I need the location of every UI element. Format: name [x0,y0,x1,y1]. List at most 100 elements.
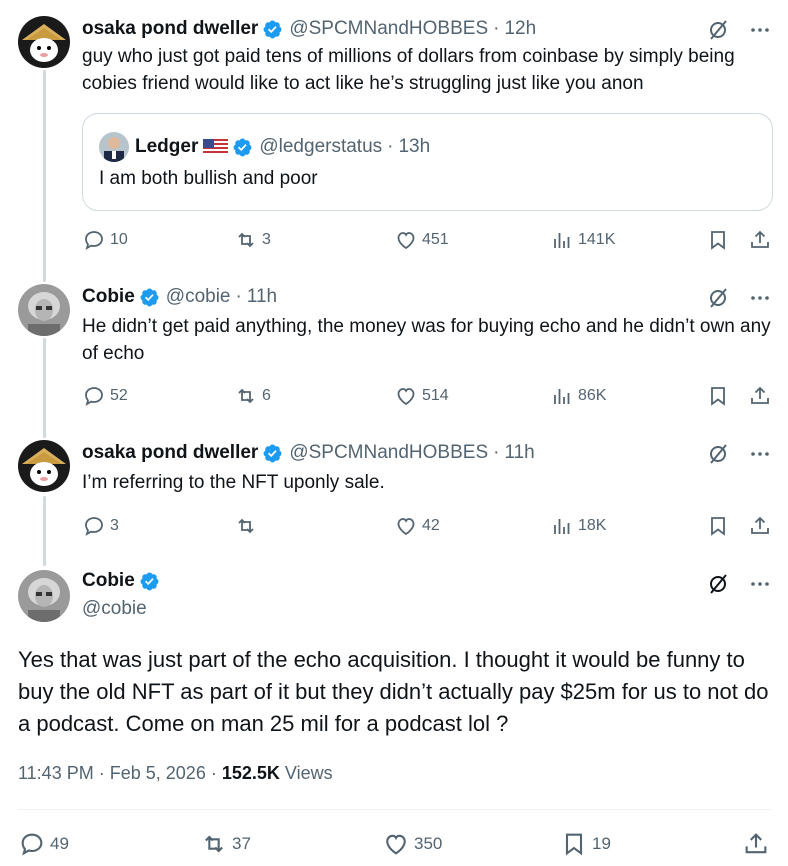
like-button[interactable]: 451 [394,225,449,255]
bookmark-button[interactable] [706,511,730,541]
bookmark-button[interactable]: 19 [560,827,611,861]
grok-icon[interactable] [706,286,730,310]
heart-icon [397,388,415,406]
like-button[interactable]: 350 [382,827,442,861]
separator-dot: · [493,18,500,39]
avatar-image [18,16,70,68]
verified-badge-icon [233,138,252,156]
views-button[interactable]: 18K [550,511,606,541]
grok-icon[interactable] [706,442,730,466]
timestamp[interactable]: 11h [504,442,534,464]
grok-icon[interactable] [706,18,730,42]
user-handle[interactable]: @cobie [82,598,147,620]
like-button[interactable]: 42 [394,511,440,541]
thread-tweet-2[interactable]: Cobie @cobie · 11h He didn’t get paid an… [0,284,788,424]
more-icon[interactable] [748,442,772,466]
repost-button[interactable] [234,511,262,541]
avatar-image [18,570,70,622]
reply-button[interactable]: 49 [18,827,69,861]
verified-badge-icon [140,288,159,306]
post-time[interactable]: 11:43 PM [18,763,94,783]
share-icon [751,516,769,534]
reply-icon [21,833,43,856]
main-tweet-text: Yes that was just part of the echo acqui… [18,647,769,736]
avatar-image [18,440,70,492]
timestamp[interactable]: 12h [504,18,536,40]
tweet-header: osaka pond dweller @SPCMNandHOBBES · 11h [82,440,535,466]
like-count: 350 [414,834,443,853]
share-button[interactable] [742,827,770,861]
quoted-display-name: Ledger [135,136,199,157]
verified-badge-icon [263,20,282,38]
view-count: 86K [578,387,607,404]
avatar[interactable] [18,284,70,336]
share-button[interactable] [748,225,772,255]
tweet-text: I’m referring to the NFT uponly sale. [82,472,385,493]
timestamp[interactable]: 11h [247,286,277,308]
display-name[interactable]: osaka pond dweller [82,18,258,40]
main-tweet-author: Cobie [82,570,160,592]
like-button[interactable]: 514 [394,381,449,411]
separator-dot: · [387,136,394,157]
display-name[interactable]: Cobie [82,286,135,308]
repost-button[interactable]: 6 [234,381,271,411]
tweet-top-actions [706,18,772,42]
views-button[interactable]: 86K [550,381,606,411]
reply-count: 3 [110,517,119,534]
tweet-top-actions [706,442,772,466]
quoted-handle: @ledgerstatus [259,136,383,157]
repost-button[interactable]: 37 [200,827,251,861]
bookmark-button[interactable] [706,225,730,255]
thread-tweet-1[interactable]: osaka pond dweller @SPCMNandHOBBES · 12h… [0,16,788,261]
separator-dot: · [493,442,500,463]
quoted-avatar [99,132,129,162]
bookmark-button[interactable] [706,381,730,411]
bookmark-count: 19 [592,834,611,853]
quoted-tweet-text: I am both bullish and poor [99,168,318,189]
tweet-actions: 52 6 514 86K [82,381,772,411]
reply-icon [85,231,103,250]
views-button[interactable]: 141K [550,225,615,255]
avatar[interactable] [18,440,70,492]
repost-icon [205,835,223,853]
repost-icon [238,518,254,534]
post-date[interactable]: Feb 5, 2026 [110,763,206,783]
avatar[interactable] [18,16,70,68]
heart-icon [397,518,415,536]
tweet-actions: 10 3 451 141K [82,225,772,255]
main-tweet-actions: 49 37 350 19 [18,827,778,861]
avatar[interactable] [18,570,70,622]
views-label: Views [284,763,333,783]
more-icon[interactable] [748,286,772,310]
grok-icon[interactable] [706,572,730,596]
heart-icon [386,834,406,855]
verified-badge-icon [140,572,159,590]
separator-dot: · [210,763,217,783]
thread-tweet-3[interactable]: osaka pond dweller @SPCMNandHOBBES · 11h… [0,440,788,550]
views-count: 152.5K [221,763,280,783]
reply-count: 10 [110,231,128,248]
user-handle[interactable]: @cobie [166,286,231,308]
display-name[interactable]: osaka pond dweller [82,442,258,464]
views-icon [554,519,570,534]
display-name[interactable]: Cobie [82,570,135,592]
view-count: 141K [578,231,616,248]
views-icon [554,233,570,248]
more-icon[interactable] [748,18,772,42]
more-icon[interactable] [748,572,772,596]
repost-count: 6 [262,387,271,404]
bookmark-icon [711,387,725,406]
user-handle[interactable]: @SPCMNandHOBBES [289,442,488,464]
reply-button[interactable]: 52 [82,381,128,411]
tweet-text: He didn’t get paid anything, the money w… [82,316,771,364]
reply-button[interactable]: 3 [82,511,119,541]
reply-button[interactable]: 10 [82,225,128,255]
separator-dot: · [98,763,105,783]
share-button[interactable] [748,511,772,541]
share-button[interactable] [748,381,772,411]
user-handle[interactable]: @SPCMNandHOBBES [289,18,488,40]
quoted-tweet[interactable]: Ledger @ledgerstatus · 13h I am both bul… [82,113,773,211]
heart-icon [397,232,415,250]
repost-button[interactable]: 3 [234,225,271,255]
views-icon [554,389,570,404]
